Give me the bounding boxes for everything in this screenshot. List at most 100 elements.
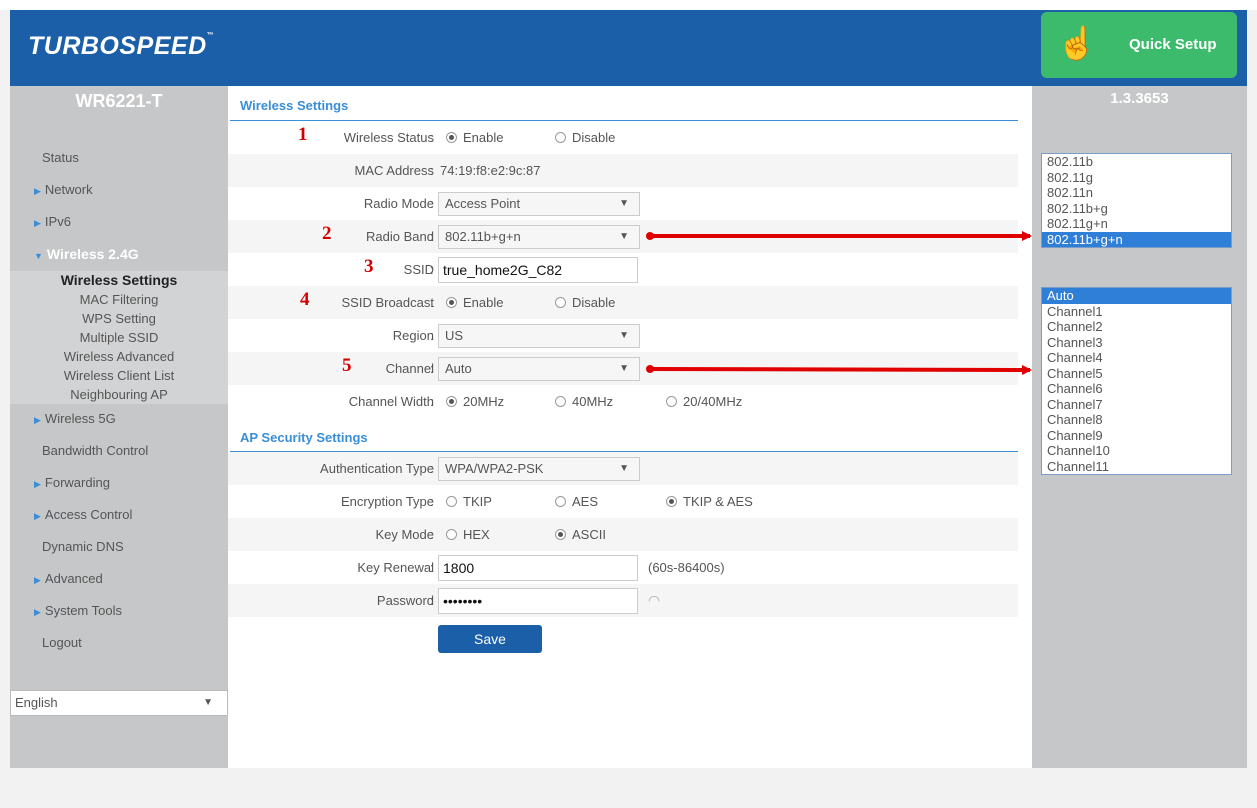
language-select[interactable]: English ▼	[10, 690, 228, 716]
list-option[interactable]: 802.11g+n	[1042, 216, 1231, 232]
eye-icon[interactable]: ◠	[648, 592, 660, 609]
submenu-item-multiple-ssid[interactable]: Multiple SSID	[10, 328, 228, 347]
broadcast-enable-radio[interactable]: Enable	[446, 295, 503, 310]
wireless-status-label: Wireless Status	[343, 130, 434, 145]
list-option[interactable]: 802.11b+g	[1042, 201, 1231, 217]
channel-options-list[interactable]: Auto Channel1 Channel2 Channel3 Channel4 Chan…	[1041, 287, 1232, 475]
list-option[interactable]: Channel4	[1042, 350, 1231, 366]
list-option[interactable]: 802.11b	[1042, 154, 1231, 170]
ap-security-title: AP Security Settings	[240, 430, 368, 445]
radio-mode-select[interactable]: Access Point ▼	[438, 192, 640, 216]
annotation-number-3: 3	[364, 256, 374, 277]
triangle-right-icon: ▶	[34, 607, 41, 617]
submenu-item-wireless-settings[interactable]: Wireless Settings	[10, 271, 228, 290]
radio-unchecked-icon	[555, 297, 566, 308]
sidebar-item-wireless-2-4g[interactable]: ▼ Wireless 2.4G	[10, 239, 228, 271]
row-region: Region : US ▼	[228, 319, 1018, 352]
quick-setup-button[interactable]: ☝ Quick Setup	[1041, 12, 1237, 78]
annotation-number-1: 1	[298, 124, 308, 145]
radio-band-options-list[interactable]: 802.11b 802.11g 802.11n 802.11b+g 802.11g+n 8…	[1041, 153, 1232, 248]
sidebar-item-label: Advanced	[44, 571, 103, 586]
ssid-input[interactable]: true_home2G_C82	[438, 257, 638, 283]
wireless-enable-radio[interactable]: Enable	[446, 130, 503, 145]
list-option[interactable]: Auto	[1042, 288, 1231, 304]
sidebar: WR6221-T Status ▶ Network ▶ IPv6 ▼ Wireless 2.…	[10, 86, 228, 768]
radio-unchecked-icon	[555, 496, 566, 507]
password-label: Password	[376, 593, 434, 608]
brand-text: TURBOSPEED	[28, 32, 207, 60]
sidebar-item-label: Network	[44, 182, 93, 197]
sidebar-item-wireless-5g[interactable]: ▶ Wireless 5G	[10, 404, 228, 436]
enc-tkip-radio[interactable]: TKIP	[446, 494, 492, 509]
key-ascii-radio[interactable]: ASCII	[555, 527, 606, 542]
sidebar-item-bandwidth-control[interactable]: Bandwidth Control	[10, 436, 228, 468]
sidebar-item-ipv6[interactable]: ▶ IPv6	[10, 207, 228, 239]
submenu-item-wireless-client-list[interactable]: Wireless Client List	[10, 366, 228, 385]
list-option[interactable]: Channel3	[1042, 335, 1231, 351]
list-option[interactable]: 802.11g	[1042, 170, 1231, 186]
sidebar-item-access-control[interactable]: ▶ Access Control	[10, 500, 228, 532]
submenu-item-wps-setting[interactable]: WPS Setting	[10, 309, 228, 328]
sidebar-item-status[interactable]: Status	[10, 143, 228, 175]
channel-select[interactable]: Auto ▼	[438, 357, 640, 381]
key-hex-radio[interactable]: HEX	[446, 527, 490, 542]
colon: :	[430, 560, 434, 575]
enc-tkip-aes-radio[interactable]: TKIP & AES	[666, 494, 753, 509]
radio-unchecked-icon	[555, 396, 566, 407]
radio-band-select[interactable]: 802.11b+g+n ▼	[438, 225, 640, 249]
top-strip	[0, 0, 1257, 10]
submenu-item-wireless-advanced[interactable]: Wireless Advanced	[10, 347, 228, 366]
width-20-radio[interactable]: 20MHz	[446, 394, 504, 409]
key-renewal-input[interactable]: 1800	[438, 555, 638, 581]
list-option[interactable]: Channel8	[1042, 412, 1231, 428]
header: TURBOSPEED™ ☝ Quick Setup	[10, 10, 1247, 86]
broadcast-disable-radio[interactable]: Disable	[555, 295, 615, 310]
auth-type-select[interactable]: WPA/WPA2-PSK ▼	[438, 457, 640, 481]
radio-unchecked-icon	[666, 396, 677, 407]
right-panel: 1.3.3653 802.11b 802.11g 802.11n 802.11b+g 8…	[1032, 86, 1247, 768]
submenu-item-mac-filtering[interactable]: MAC Filtering	[10, 290, 228, 309]
width-2040-radio[interactable]: 20/40MHz	[666, 394, 742, 409]
list-option[interactable]: 802.11n	[1042, 185, 1231, 201]
list-option[interactable]: Channel10	[1042, 443, 1231, 459]
submenu-item-neighbouring-ap[interactable]: Neighbouring AP	[10, 385, 228, 404]
annotation-number-2: 2	[322, 223, 332, 244]
sidebar-item-label: Wireless 2.4G	[46, 246, 139, 262]
radio-checked-icon	[446, 396, 457, 407]
sidebar-item-dynamic-dns[interactable]: Dynamic DNS	[10, 532, 228, 564]
radio-label: 20/40MHz	[683, 394, 743, 409]
list-option[interactable]: Channel5	[1042, 366, 1231, 382]
password-input[interactable]: ••••••••	[438, 588, 638, 614]
triangle-down-icon: ▼	[34, 251, 43, 261]
row-channel: 5 Channel : Auto ▼	[228, 352, 1018, 385]
list-option[interactable]: Channel9	[1042, 428, 1231, 444]
width-40-radio[interactable]: 40MHz	[555, 394, 613, 409]
save-button[interactable]: Save	[438, 625, 542, 653]
encryption-type-label: Encryption Type	[341, 494, 434, 509]
list-option[interactable]: Channel2	[1042, 319, 1231, 335]
sidebar-item-logout[interactable]: Logout	[10, 628, 228, 660]
list-option[interactable]: Channel6	[1042, 381, 1231, 397]
chevron-down-icon: ▼	[619, 198, 629, 209]
triangle-right-icon: ▶	[34, 479, 41, 489]
sidebar-item-advanced[interactable]: ▶ Advanced	[10, 564, 228, 596]
sidebar-item-network[interactable]: ▶ Network	[10, 175, 228, 207]
auth-type-label: Authentication Type	[320, 461, 434, 476]
list-option[interactable]: Channel7	[1042, 397, 1231, 413]
list-option[interactable]: Channel11	[1042, 459, 1231, 475]
enc-aes-radio[interactable]: AES	[555, 494, 598, 509]
radio-label: Disable	[572, 130, 616, 145]
sidebar-item-system-tools[interactable]: ▶ System Tools	[10, 596, 228, 628]
wireless-submenu: Wireless Settings MAC Filtering WPS Settin…	[10, 271, 228, 404]
sidebar-item-forwarding[interactable]: ▶ Forwarding	[10, 468, 228, 500]
wireless-disable-radio[interactable]: Disable	[555, 130, 615, 145]
colon: :	[430, 295, 434, 310]
triangle-right-icon: ▶	[34, 218, 41, 228]
list-option[interactable]: 802.11b+g+n	[1042, 231, 1231, 247]
select-value: Access Point	[445, 196, 521, 211]
radio-checked-icon	[446, 132, 457, 143]
region-select[interactable]: US ▼	[438, 324, 640, 348]
key-renewal-hint: (60s-86400s)	[648, 560, 725, 575]
row-channel-width: Channel Width : 20MHz 40MHz 20/40MHz	[228, 385, 1018, 418]
list-option[interactable]: Channel1	[1042, 304, 1231, 320]
